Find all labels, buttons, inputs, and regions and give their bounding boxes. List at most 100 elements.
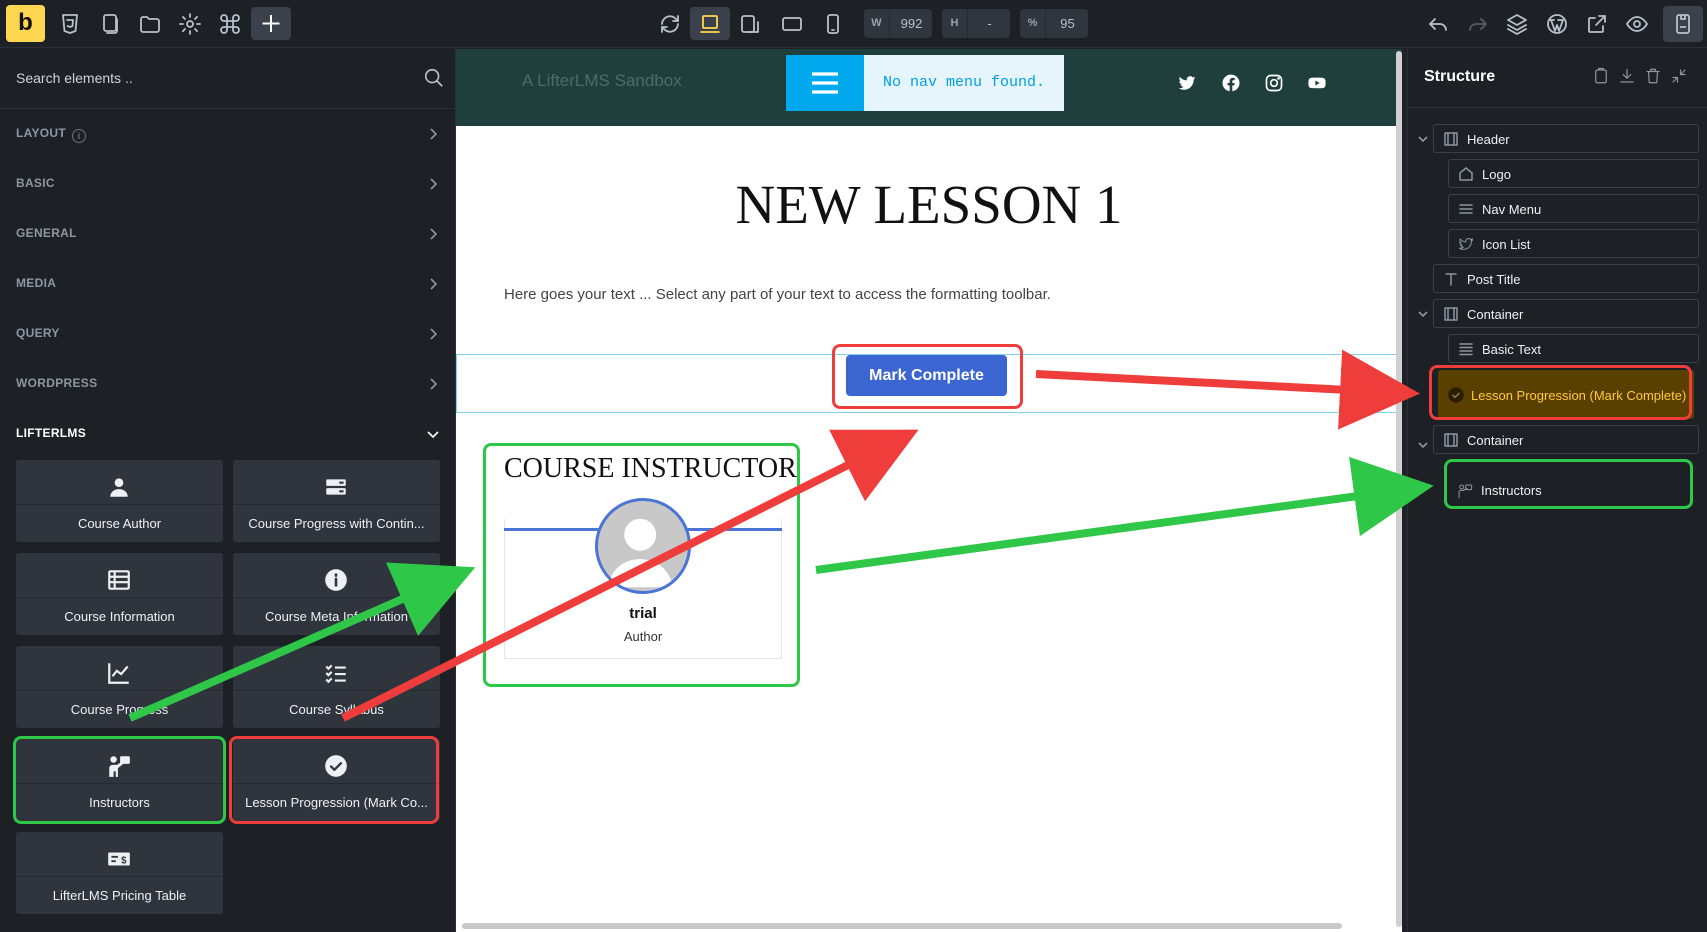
category-label: GENERAL [16, 226, 77, 240]
download-icon[interactable] [1618, 67, 1636, 85]
preview-eye-icon[interactable] [1625, 12, 1649, 36]
search-bar [0, 49, 456, 109]
site-logo-text[interactable]: A LifterLMS Sandbox [522, 71, 682, 91]
structure-node-post-title[interactable]: Post Title [1433, 264, 1699, 293]
undo-icon[interactable] [1426, 12, 1450, 36]
category-wordpress[interactable]: WORDPRESS [0, 364, 456, 404]
structure-node-header[interactable]: Header [1433, 124, 1699, 153]
category-label: BASIC [16, 176, 55, 190]
bricks-logo[interactable]: b [6, 5, 45, 42]
height-field[interactable]: H - [942, 9, 1010, 38]
height-value[interactable]: - [969, 9, 1010, 38]
top-toolbar: b W 992 H - % 95 [0, 0, 1707, 48]
facebook-icon[interactable] [1221, 73, 1241, 93]
settings-icon[interactable] [178, 12, 202, 36]
element-course-progress-continue[interactable]: Course Progress with Contin... [233, 460, 440, 542]
tablet-landscape-icon[interactable] [738, 12, 762, 36]
element-instructors[interactable]: Instructors [16, 739, 223, 821]
structure-node-nav-menu[interactable]: Nav Menu [1448, 194, 1699, 223]
structure-panel: Structure Header Logo Nav Menu Icon List… [1407, 49, 1707, 932]
structure-title: Structure [1424, 68, 1496, 85]
nav-menu-message: No nav menu found. [864, 55, 1064, 111]
element-course-meta-information[interactable]: Course Meta Information [233, 553, 440, 635]
menu-icon [1458, 201, 1474, 217]
laptop-icon[interactable] [698, 12, 722, 36]
category-query[interactable]: QUERY [0, 314, 456, 354]
category-media[interactable]: MEDIA [0, 264, 456, 304]
add-elements-button[interactable] [251, 7, 291, 40]
structure-node-icon-list[interactable]: Icon List [1448, 229, 1699, 258]
structure-node-instructors[interactable]: Instructors [1448, 470, 1699, 512]
chevron-right-icon [430, 128, 438, 140]
zoom-value[interactable]: 95 [1047, 9, 1088, 38]
basic-text[interactable]: Here goes your text ... Select any part … [504, 286, 1051, 303]
structure-node-basic-text[interactable]: Basic Text [1448, 334, 1699, 363]
search-input[interactable] [16, 65, 406, 91]
svg-text:$: $ [121, 855, 127, 866]
site-header[interactable]: A LifterLMS Sandbox No nav menu found. [456, 49, 1402, 126]
structure-divider [1408, 107, 1707, 108]
section-icon [1443, 131, 1459, 147]
pages-icon[interactable] [98, 12, 122, 36]
mark-complete-button[interactable]: Mark Complete [846, 355, 1007, 396]
collapse-icon[interactable] [1670, 67, 1688, 85]
wordpress-html-icon[interactable] [58, 12, 82, 36]
section-icon [1443, 432, 1459, 448]
node-label: Post Title [1467, 272, 1521, 287]
layers-icon[interactable] [1505, 12, 1529, 36]
element-label: Course Meta Information [264, 609, 409, 624]
table-icon [108, 570, 130, 590]
instagram-icon[interactable] [1264, 73, 1284, 93]
vertical-scrollbar[interactable] [1396, 51, 1402, 927]
refresh-icon[interactable] [658, 12, 682, 36]
chevron-right-icon [430, 278, 438, 290]
post-title[interactable]: NEW LESSON 1 [456, 173, 1402, 236]
zoom-field[interactable]: % 95 [1020, 9, 1088, 38]
element-pricing-table[interactable]: $ LifterLMS Pricing Table [16, 832, 223, 914]
save-button[interactable] [1663, 6, 1703, 42]
height-label: H [942, 9, 968, 38]
redo-icon[interactable] [1466, 12, 1490, 36]
avatar [595, 498, 691, 594]
clipboard-icon[interactable] [1592, 67, 1610, 85]
twitter-icon[interactable] [1177, 73, 1197, 93]
chevron-down-icon[interactable] [1416, 438, 1430, 452]
category-basic[interactable]: BASIC [0, 164, 456, 204]
hamburger-menu-button[interactable] [786, 55, 864, 111]
chevron-right-icon [430, 328, 438, 340]
text-t-icon [1443, 271, 1459, 287]
chevron-down-icon[interactable] [1416, 132, 1430, 146]
element-course-syllabus[interactable]: Course Syllabus [233, 646, 440, 728]
element-course-progress[interactable]: Course Progress [16, 646, 223, 728]
width-value[interactable]: 992 [891, 9, 932, 38]
check-circle-icon [1448, 387, 1464, 403]
structure-node-container[interactable]: Container [1433, 299, 1699, 328]
structure-node-container-2[interactable]: Container [1433, 425, 1699, 454]
line-chart-icon [108, 663, 129, 684]
horizontal-scrollbar[interactable] [462, 923, 1342, 929]
element-label: Course Syllabus [289, 702, 384, 717]
search-icon[interactable] [423, 67, 445, 89]
tablet-portrait-icon[interactable] [780, 12, 804, 36]
element-course-author[interactable]: Course Author [16, 460, 223, 542]
element-label: Course Author [77, 516, 162, 531]
structure-node-lesson-progression[interactable]: Lesson Progression (Mark Complete) [1438, 370, 1694, 419]
category-layout[interactable]: LAYOUT i [0, 114, 456, 154]
category-label: QUERY [16, 326, 60, 340]
folder-icon[interactable] [138, 12, 162, 36]
width-field[interactable]: W 992 [864, 9, 932, 38]
category-general[interactable]: GENERAL [0, 214, 456, 254]
trash-icon[interactable] [1644, 67, 1662, 85]
mobile-icon[interactable] [821, 12, 845, 36]
chevron-right-icon [430, 178, 438, 190]
structure-node-logo[interactable]: Logo [1448, 159, 1699, 188]
element-lesson-progression[interactable]: Lesson Progression (Mark Co... [233, 739, 440, 821]
wordpress-icon[interactable] [1545, 12, 1569, 36]
external-link-icon[interactable] [1585, 12, 1609, 36]
width-label: W [864, 9, 890, 38]
element-course-information[interactable]: Course Information [16, 553, 223, 635]
command-icon[interactable] [218, 12, 242, 36]
category-lifterlms[interactable]: LIFTERLMS [0, 414, 456, 454]
youtube-icon[interactable] [1307, 73, 1327, 93]
chevron-down-icon[interactable] [1416, 307, 1430, 321]
